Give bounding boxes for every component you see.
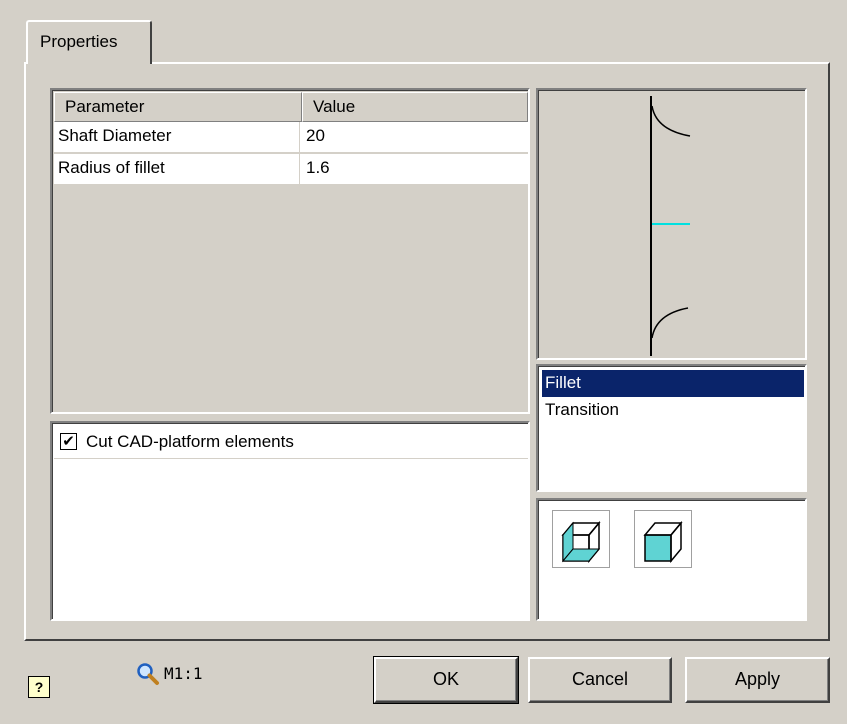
help-icon[interactable]: ? <box>28 676 50 698</box>
shaded-cube-icon <box>643 520 683 564</box>
scale-label: M1:1 <box>164 664 203 683</box>
fillet-type-list: Fillet Transition <box>536 364 807 492</box>
magnifier-icon <box>137 663 159 685</box>
display-mode-box <box>536 498 807 621</box>
list-item-fillet[interactable]: Fillet <box>542 370 804 397</box>
table-row[interactable]: Shaft Diameter 20 <box>54 122 528 153</box>
option-label: Cut CAD-platform elements <box>86 432 294 451</box>
option-cut-cad-platform[interactable]: ✔ Cut CAD-platform elements <box>54 425 528 459</box>
list-item-transition[interactable]: Transition <box>542 397 804 424</box>
tab-label: Properties <box>40 32 118 51</box>
wireframe-mode-button[interactable] <box>552 510 610 568</box>
ok-button[interactable]: OK <box>373 656 519 704</box>
apply-button[interactable]: Apply <box>685 657 830 703</box>
wireframe-cube-icon <box>561 520 601 564</box>
parameter-grid: Parameter Value Shaft Diameter 20 Radius… <box>50 88 530 414</box>
parameter-value[interactable]: 1.6 <box>300 154 528 184</box>
cut-cad-elements-checkbox[interactable]: ✔ <box>60 433 77 450</box>
parameter-name: Radius of fillet <box>54 154 300 184</box>
cancel-button[interactable]: Cancel <box>528 657 672 703</box>
shaded-mode-button[interactable] <box>634 510 692 568</box>
table-row[interactable]: Radius of fillet 1.6 <box>54 154 528 185</box>
column-header-parameter[interactable]: Parameter <box>54 92 302 122</box>
zoom-scale-control[interactable]: M1:1 <box>136 662 236 686</box>
preview-drawing <box>650 96 691 356</box>
column-header-value[interactable]: Value <box>302 92 528 122</box>
options-list: ✔ Cut CAD-platform elements <box>50 421 530 621</box>
fillet-preview <box>536 88 807 360</box>
tab-properties[interactable]: Properties <box>26 20 152 64</box>
parameter-value[interactable]: 20 <box>300 122 528 152</box>
parameter-name: Shaft Diameter <box>54 122 300 152</box>
